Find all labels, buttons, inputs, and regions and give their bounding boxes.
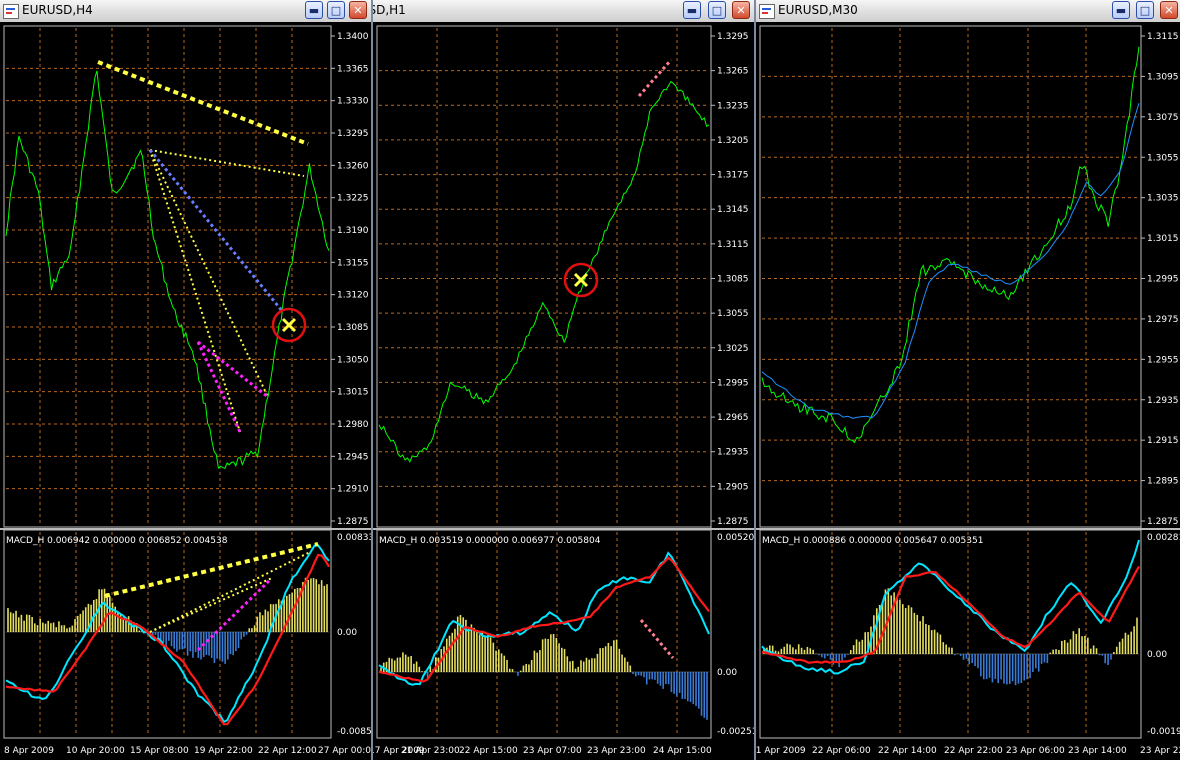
indicator-axis-label: 0.00 — [717, 668, 737, 678]
price-axis-label: 1.3145 — [717, 205, 749, 215]
time-axis-label: 27 Apr 00:00 — [318, 746, 371, 756]
price-axis-label: 1.2875 — [337, 517, 369, 527]
time-axis-label: 10 Apr 20:00 — [66, 746, 125, 756]
price-axis-label: 1.2945 — [337, 452, 369, 462]
price-axis-label: 1.2975 — [1147, 315, 1179, 325]
time-axis-label: 15 Apr 08:00 — [130, 746, 189, 756]
time-axis-label: 22 Apr 12:00 — [258, 746, 317, 756]
price-axis-label: 1.2910 — [337, 485, 369, 495]
minimize-button[interactable]: ▬ — [305, 1, 323, 19]
indicator-label: MACD_H 0.003519 0.000000 0.006977 0.0058… — [379, 536, 601, 546]
maximize-button[interactable]: □ — [1136, 1, 1154, 19]
price-axis-label: 1.3205 — [717, 136, 749, 146]
price-axis-label: 1.2875 — [1147, 517, 1179, 527]
price-axis-label: 1.3365 — [337, 64, 369, 74]
indicator-axis-label: 0.00520 — [717, 533, 754, 543]
indicator-axis-label: 0.00 — [1147, 650, 1167, 660]
chart-area[interactable]: 1.3115 1.3095 1.3075 1.3055 1.3035 1.3015 1.29… — [756, 22, 1180, 760]
time-axis-label: 21 Apr 2009 — [756, 746, 806, 756]
chart-window-icon — [759, 4, 775, 19]
window-title: EURUSD,H4 — [22, 3, 93, 17]
price-axis-label: 1.3085 — [337, 323, 369, 333]
price-axis-label: 1.3295 — [717, 32, 749, 42]
price-axis-label: 1.2935 — [717, 448, 749, 458]
price-axis-label: 1.3295 — [337, 129, 369, 139]
chart-area[interactable]: 1.3400 1.3365 1.3330 1.3295 1.3260 1.3225 1.31… — [0, 22, 371, 760]
time-axis-label: 22 Apr 22:00 — [944, 746, 1003, 756]
close-button[interactable]: ✕ — [1160, 1, 1178, 19]
time-axis-label: 23 Apr 22:00 — [1140, 746, 1180, 756]
indicator-label: MACD_H 0.006942 0.000000 0.006852 0.0045… — [6, 536, 228, 546]
chart-window-m30[interactable]: EURUSD,M30 ▬ □ ✕ 1.3115 1.3095 1.3075 1.305… — [756, 0, 1180, 760]
price-axis-label: 1.2915 — [1147, 436, 1179, 446]
time-axis-label: 8 Apr 2009 — [4, 746, 54, 756]
price-axis-label: 1.3115 — [717, 240, 749, 250]
time-axis-label: 21 Apr 23:00 — [401, 746, 460, 756]
price-axis-label: 1.2995 — [1147, 275, 1179, 285]
time-axis-label: 23 Apr 23:00 — [587, 746, 646, 756]
price-axis-label: 1.3120 — [337, 291, 369, 301]
indicator-axis-label: 0.00281 — [1147, 533, 1180, 543]
price-axis-label: 1.3095 — [1147, 72, 1179, 82]
time-axis-label: 23 Apr 07:00 — [523, 746, 582, 756]
window-title: EURUSD,H1 — [373, 3, 406, 17]
indicator-axis-label: 0.00833 — [337, 533, 371, 543]
time-axis-label: 22 Apr 14:00 — [878, 746, 937, 756]
window-title: EURUSD,M30 — [778, 3, 858, 17]
price-axis-label: 1.3155 — [337, 258, 369, 268]
price-axis-label: 1.3085 — [717, 275, 749, 285]
price-axis-label: 1.3175 — [717, 171, 749, 181]
price-axis-label: 1.3330 — [337, 97, 369, 107]
price-axis-label: 1.3015 — [1147, 234, 1179, 244]
price-axis-label: 1.3190 — [337, 226, 369, 236]
minimize-button[interactable]: ▬ — [683, 1, 701, 19]
title-bar[interactable]: EURUSD,H1 ▬ □ ✕ — [373, 0, 754, 23]
price-axis-label: 1.2895 — [1147, 477, 1179, 487]
maximize-button[interactable]: □ — [708, 1, 726, 19]
time-axis-label: 22 Apr 15:00 — [459, 746, 518, 756]
time-axis-label: 23 Apr 14:00 — [1068, 746, 1127, 756]
time-axis-label: 23 Apr 06:00 — [1006, 746, 1065, 756]
price-axis-label: 1.2965 — [717, 413, 749, 423]
price-axis-label: 1.3055 — [717, 309, 749, 319]
time-axis-label: 24 Apr 15:00 — [653, 746, 712, 756]
chart-background — [373, 22, 754, 760]
price-axis-label: 1.3235 — [717, 101, 749, 111]
price-axis-label: 1.3055 — [1147, 153, 1179, 163]
price-axis-label: 1.2995 — [717, 378, 749, 388]
price-axis-label: 1.2905 — [717, 482, 749, 492]
chart-window-h4[interactable]: EURUSD,H4 ▬ □ ✕ 1.3400 1.3365 1.3330 1.3295… — [0, 0, 371, 760]
close-button[interactable]: ✕ — [732, 1, 750, 19]
price-axis-label: 1.3015 — [337, 388, 369, 398]
indicator-axis-label: -0.00251 — [717, 727, 754, 737]
price-axis-label: 1.2875 — [717, 517, 749, 527]
indicator-axis-label: 0.00 — [337, 628, 357, 638]
time-axis-label: 22 Apr 06:00 — [812, 746, 871, 756]
title-bar[interactable]: EURUSD,M30 ▬ □ ✕ — [756, 0, 1180, 23]
price-axis-label: 1.3075 — [1147, 113, 1179, 123]
chart-area[interactable]: 1.3295 1.3265 1.3235 1.3205 1.3175 1.3145 1.31… — [373, 22, 754, 760]
price-axis-label: 1.2935 — [1147, 396, 1179, 406]
indicator-label: MACD_H 0.000886 0.000000 0.005647 0.0053… — [762, 536, 983, 546]
price-axis-label: 1.3025 — [717, 344, 749, 354]
indicator-axis-label: -0.00851 — [337, 727, 371, 737]
chart-window-icon — [3, 4, 19, 19]
price-axis-label: 1.3115 — [1147, 32, 1179, 42]
indicator-axis-label: -0.00195 — [1147, 727, 1180, 737]
close-button[interactable]: ✕ — [349, 1, 367, 19]
price-axis-label: 1.2955 — [1147, 355, 1179, 365]
time-axis-label: 19 Apr 22:00 — [194, 746, 253, 756]
minimize-button[interactable]: ▬ — [1112, 1, 1130, 19]
maximize-button[interactable]: □ — [327, 1, 345, 19]
price-axis-label: 1.3400 — [337, 32, 369, 42]
price-axis-label: 1.3050 — [337, 355, 369, 365]
title-bar[interactable]: EURUSD,H4 ▬ □ ✕ — [0, 0, 371, 23]
price-axis-label: 1.3225 — [337, 194, 369, 204]
chart-window-h1[interactable]: EURUSD,H1 ▬ □ ✕ 1.3295 1.3265 1.3235 1.3205… — [373, 0, 754, 760]
price-axis-label: 1.3265 — [717, 67, 749, 77]
price-axis-label: 1.3260 — [337, 161, 369, 171]
price-axis-label: 1.3035 — [1147, 194, 1179, 204]
price-axis-label: 1.2980 — [337, 420, 369, 430]
